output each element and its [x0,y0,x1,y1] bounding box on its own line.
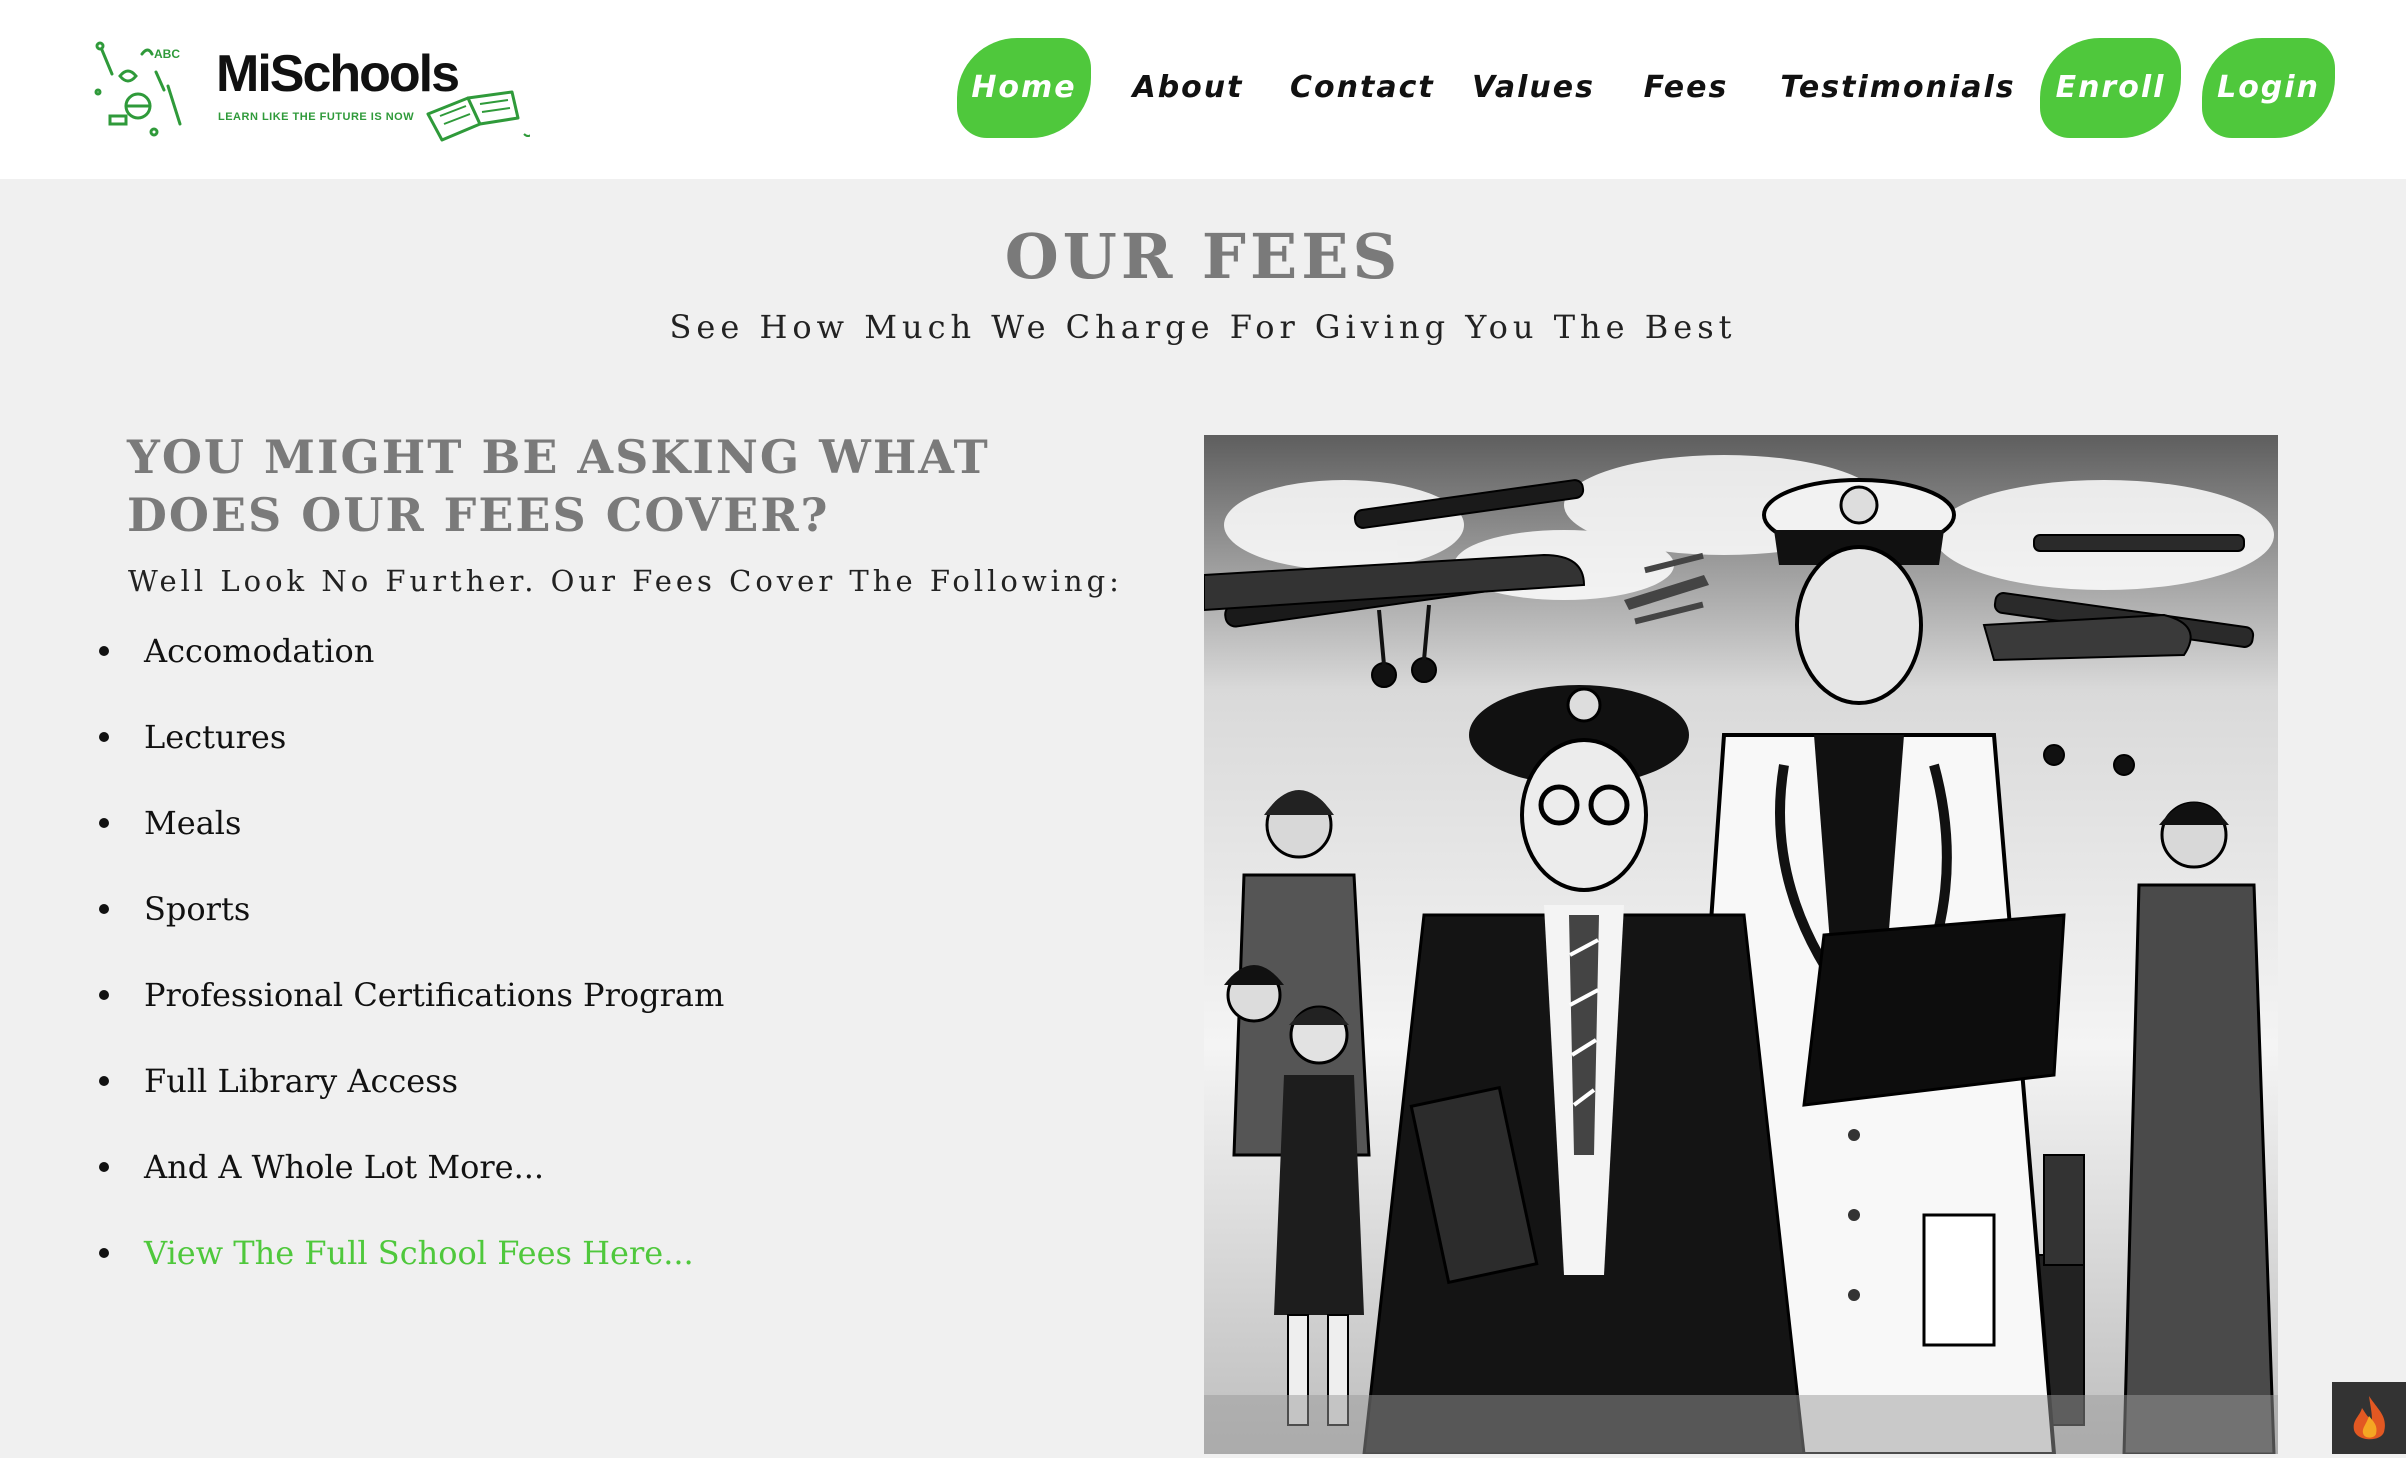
list-item: View The Full School Fees Here... [95,1227,724,1313]
list-item-label: Lectures [144,718,287,756]
list-item: Meals [95,797,724,883]
nav-enroll-button[interactable]: Enroll [2040,38,2181,138]
fees-question-heading: YOU MIGHT BE ASKING WHAT DOES OUR FEES C… [127,430,990,542]
nav-values[interactable]: Values [1472,38,1593,138]
list-item-label: Full Library Access [144,1062,459,1100]
pilots-students-illustration [1204,435,2278,1454]
list-item: And A Whole Lot More... [95,1141,724,1227]
fees-cover-list: Accomodation Lectures Meals Sports Profe… [95,625,724,1313]
list-item: Lectures [95,711,724,797]
flame-icon[interactable] [2332,1382,2406,1454]
list-item: Full Library Access [95,1055,724,1141]
full-fees-link[interactable]: View The Full School Fees Here... [144,1234,694,1272]
svg-text:ABC: ABC [154,47,180,61]
list-item-label: Meals [144,804,242,842]
nav-contact[interactable]: Contact [1290,38,1433,138]
site-header: ABC MiSchools LEARN LIKE THE FUTURE IS N… [0,0,2406,179]
fees-intro: Well Look No Further. Our Fees Cover The… [128,564,1123,598]
list-item: Sports [95,883,724,969]
fees-illustration [1204,435,2278,1454]
brand-tagline: LEARN LIKE THE FUTURE IS NOW [218,111,415,123]
brand-logo[interactable]: ABC MiSchools LEARN LIKE THE FUTURE IS N… [90,36,545,146]
list-item: Accomodation [95,625,724,711]
nav-fees[interactable]: Fees [1636,38,1736,138]
nav-testimonials[interactable]: Testimonials [1776,38,2020,138]
list-item-label: And A Whole Lot More... [144,1148,545,1186]
open-book-icon [426,90,530,142]
nav-login-button[interactable]: Login [2202,38,2335,138]
flame-icon-graphic [2353,1396,2385,1440]
page-subtitle: See How Much We Charge For Giving You Th… [669,308,1737,346]
nav-about[interactable]: About [1128,38,1248,138]
list-item-label: Accomodation [144,632,375,670]
school-doodles-icon: ABC [94,41,182,137]
list-item: Professional Certifications Program [95,969,724,1055]
list-item-label: Sports [144,890,251,928]
list-item-label: Professional Certifications Program [144,976,725,1014]
nav-home[interactable]: Home [957,38,1091,138]
page-title: OUR FEES [1004,220,1402,293]
